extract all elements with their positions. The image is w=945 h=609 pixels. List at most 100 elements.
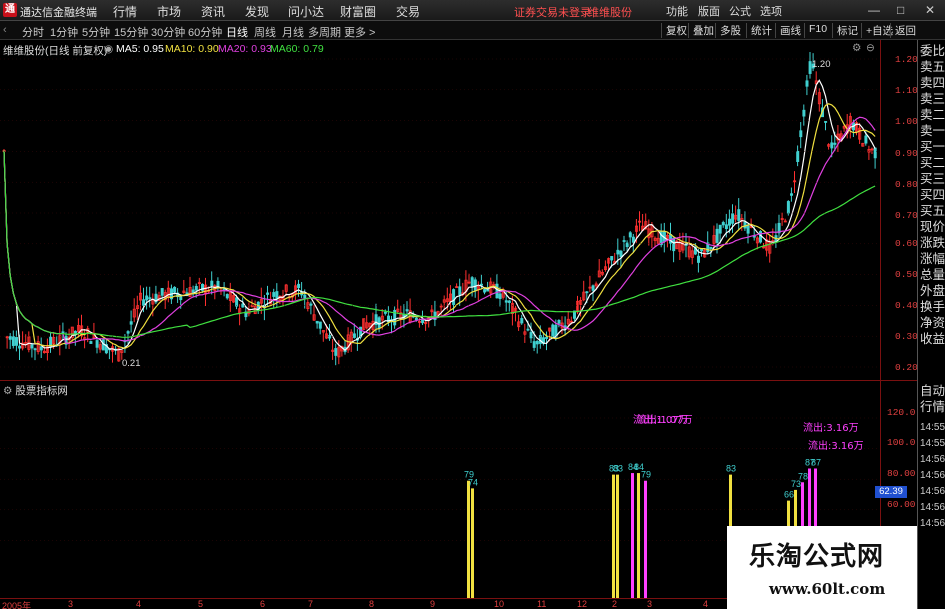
sidebar-item[interactable]: 卖五 (920, 60, 945, 75)
tick-time: 14:56 (920, 454, 945, 465)
candle (331, 338, 335, 360)
f10-button[interactable]: F10 (804, 23, 829, 38)
sidebar-item[interactable]: 卖四 (920, 76, 945, 91)
price-tick: 0.50 (895, 269, 918, 280)
left-arrow-icon[interactable]: ‹ (3, 24, 7, 36)
candle (774, 223, 778, 248)
candle (641, 213, 645, 231)
candle (740, 214, 744, 231)
period-1min[interactable]: 1分钟 (50, 24, 78, 40)
sidebar-item[interactable]: 自动 (920, 384, 945, 399)
statistics-button[interactable]: 统计 (746, 23, 774, 38)
period-5min[interactable]: 5分钟 (82, 24, 110, 40)
app-title: 通达信金融终端 (20, 7, 97, 19)
date-tick: 10 (494, 599, 505, 609)
menu-wealth-circle[interactable]: 财富圈 (340, 3, 376, 20)
maximize-icon[interactable]: □ (897, 3, 904, 17)
sidebar-item[interactable]: 行情 (920, 400, 945, 415)
menu-formula[interactable]: 公式 (729, 3, 751, 19)
price-axis: 1.20 1.10 1.00 0.90 0.80 0.70 0.60 0.50 … (880, 40, 918, 380)
date-tick: 12 (577, 599, 588, 609)
menu-news[interactable]: 资讯 (201, 3, 225, 20)
back-button[interactable]: 返回 (890, 23, 918, 38)
candle (529, 322, 533, 344)
candle (622, 235, 626, 251)
candle (777, 214, 781, 240)
candle (39, 337, 43, 358)
period-30min[interactable]: 30分钟 (151, 24, 185, 40)
sidebar-item[interactable]: 买二 (920, 156, 945, 171)
candle (628, 231, 632, 247)
candle (293, 280, 297, 300)
restore-rights-button[interactable]: 复权 (661, 23, 689, 38)
period-weekly[interactable]: 周线 (254, 24, 276, 40)
candle (517, 314, 521, 331)
period-60min[interactable]: 60分钟 (188, 24, 222, 40)
menu-function[interactable]: 功能 (666, 3, 688, 19)
candle (77, 318, 81, 338)
sidebar-item[interactable]: 委比 (920, 44, 945, 59)
menu-ask-xiaoda[interactable]: 问小达 (288, 3, 324, 20)
candle (675, 239, 679, 250)
price-tick: 0.90 (895, 148, 918, 159)
sidebar-item[interactable]: 买四 (920, 188, 945, 203)
sidebar-item[interactable]: 卖一 (920, 124, 945, 139)
multi-stock-button[interactable]: 多股 (715, 23, 743, 38)
candle (393, 306, 397, 329)
candle (399, 305, 403, 329)
menu-discover[interactable]: 发现 (245, 3, 269, 20)
period-monthly[interactable]: 月线 (282, 24, 304, 40)
candle (145, 286, 149, 310)
sidebar-item[interactable]: 卖三 (920, 92, 945, 107)
candle (95, 337, 99, 354)
candle (129, 310, 133, 333)
sidebar-item[interactable]: 换手 (920, 300, 945, 315)
indicator-current-value: 62.39 (875, 486, 907, 498)
date-tick: 3 (647, 599, 653, 609)
close-icon[interactable]: ✕ (925, 3, 935, 17)
sidebar-item[interactable]: 买一 (920, 140, 945, 155)
mark-button[interactable]: 标记 (832, 23, 860, 38)
candle (604, 260, 608, 272)
draw-line-button[interactable]: 画线 (775, 23, 803, 38)
candle (790, 187, 794, 202)
menu-options[interactable]: 选项 (760, 3, 782, 19)
login-warning[interactable]: 证券交易未登录 (514, 4, 591, 20)
menu-layout[interactable]: 版面 (698, 3, 720, 19)
sidebar-item[interactable]: 现价 (920, 220, 945, 235)
candle (11, 330, 15, 349)
sidebar-item[interactable]: 收益 (920, 332, 945, 347)
candle (796, 145, 800, 167)
overlay-button[interactable]: 叠加 (688, 23, 716, 38)
candle (191, 285, 195, 297)
period-timeshare[interactable]: 分时 (22, 24, 44, 40)
minimize-icon[interactable]: — (868, 3, 880, 17)
sidebar-item[interactable]: 总量 (920, 268, 945, 283)
menu-quotes[interactable]: 行情 (113, 3, 137, 20)
sidebar-item[interactable]: 涨跌 (920, 236, 945, 251)
sidebar-item[interactable]: 净资 (920, 316, 945, 331)
candle (799, 122, 803, 149)
menu-market[interactable]: 市场 (157, 3, 181, 20)
candlestick-chart[interactable]: 维维股份(日线 前复权) ◉ MA5: 0.95 MA10: 0.90 MA20… (0, 40, 918, 380)
sidebar-item[interactable]: 买三 (920, 172, 945, 187)
indicator-bar (471, 488, 474, 599)
candle (108, 348, 112, 360)
candle (222, 282, 226, 297)
candle (312, 305, 316, 321)
date-tick: 3 (68, 599, 74, 609)
tick-time: 14:55 (920, 438, 945, 449)
period-multi[interactable]: 多周期 (308, 24, 341, 40)
sidebar-item[interactable]: 买五 (920, 204, 945, 219)
sidebar-item[interactable]: 涨幅 (920, 252, 945, 267)
tick-time: 14:56 (920, 470, 945, 481)
period-15min[interactable]: 15分钟 (114, 24, 148, 40)
candle (638, 211, 642, 232)
period-more[interactable]: 更多 > (344, 24, 375, 40)
candle (166, 280, 170, 303)
sidebar-item[interactable]: 卖二 (920, 108, 945, 123)
candle (669, 222, 673, 251)
menu-trade[interactable]: 交易 (396, 3, 420, 20)
period-daily[interactable]: 日线 (226, 24, 248, 40)
sidebar-item[interactable]: 外盘 (920, 284, 945, 299)
